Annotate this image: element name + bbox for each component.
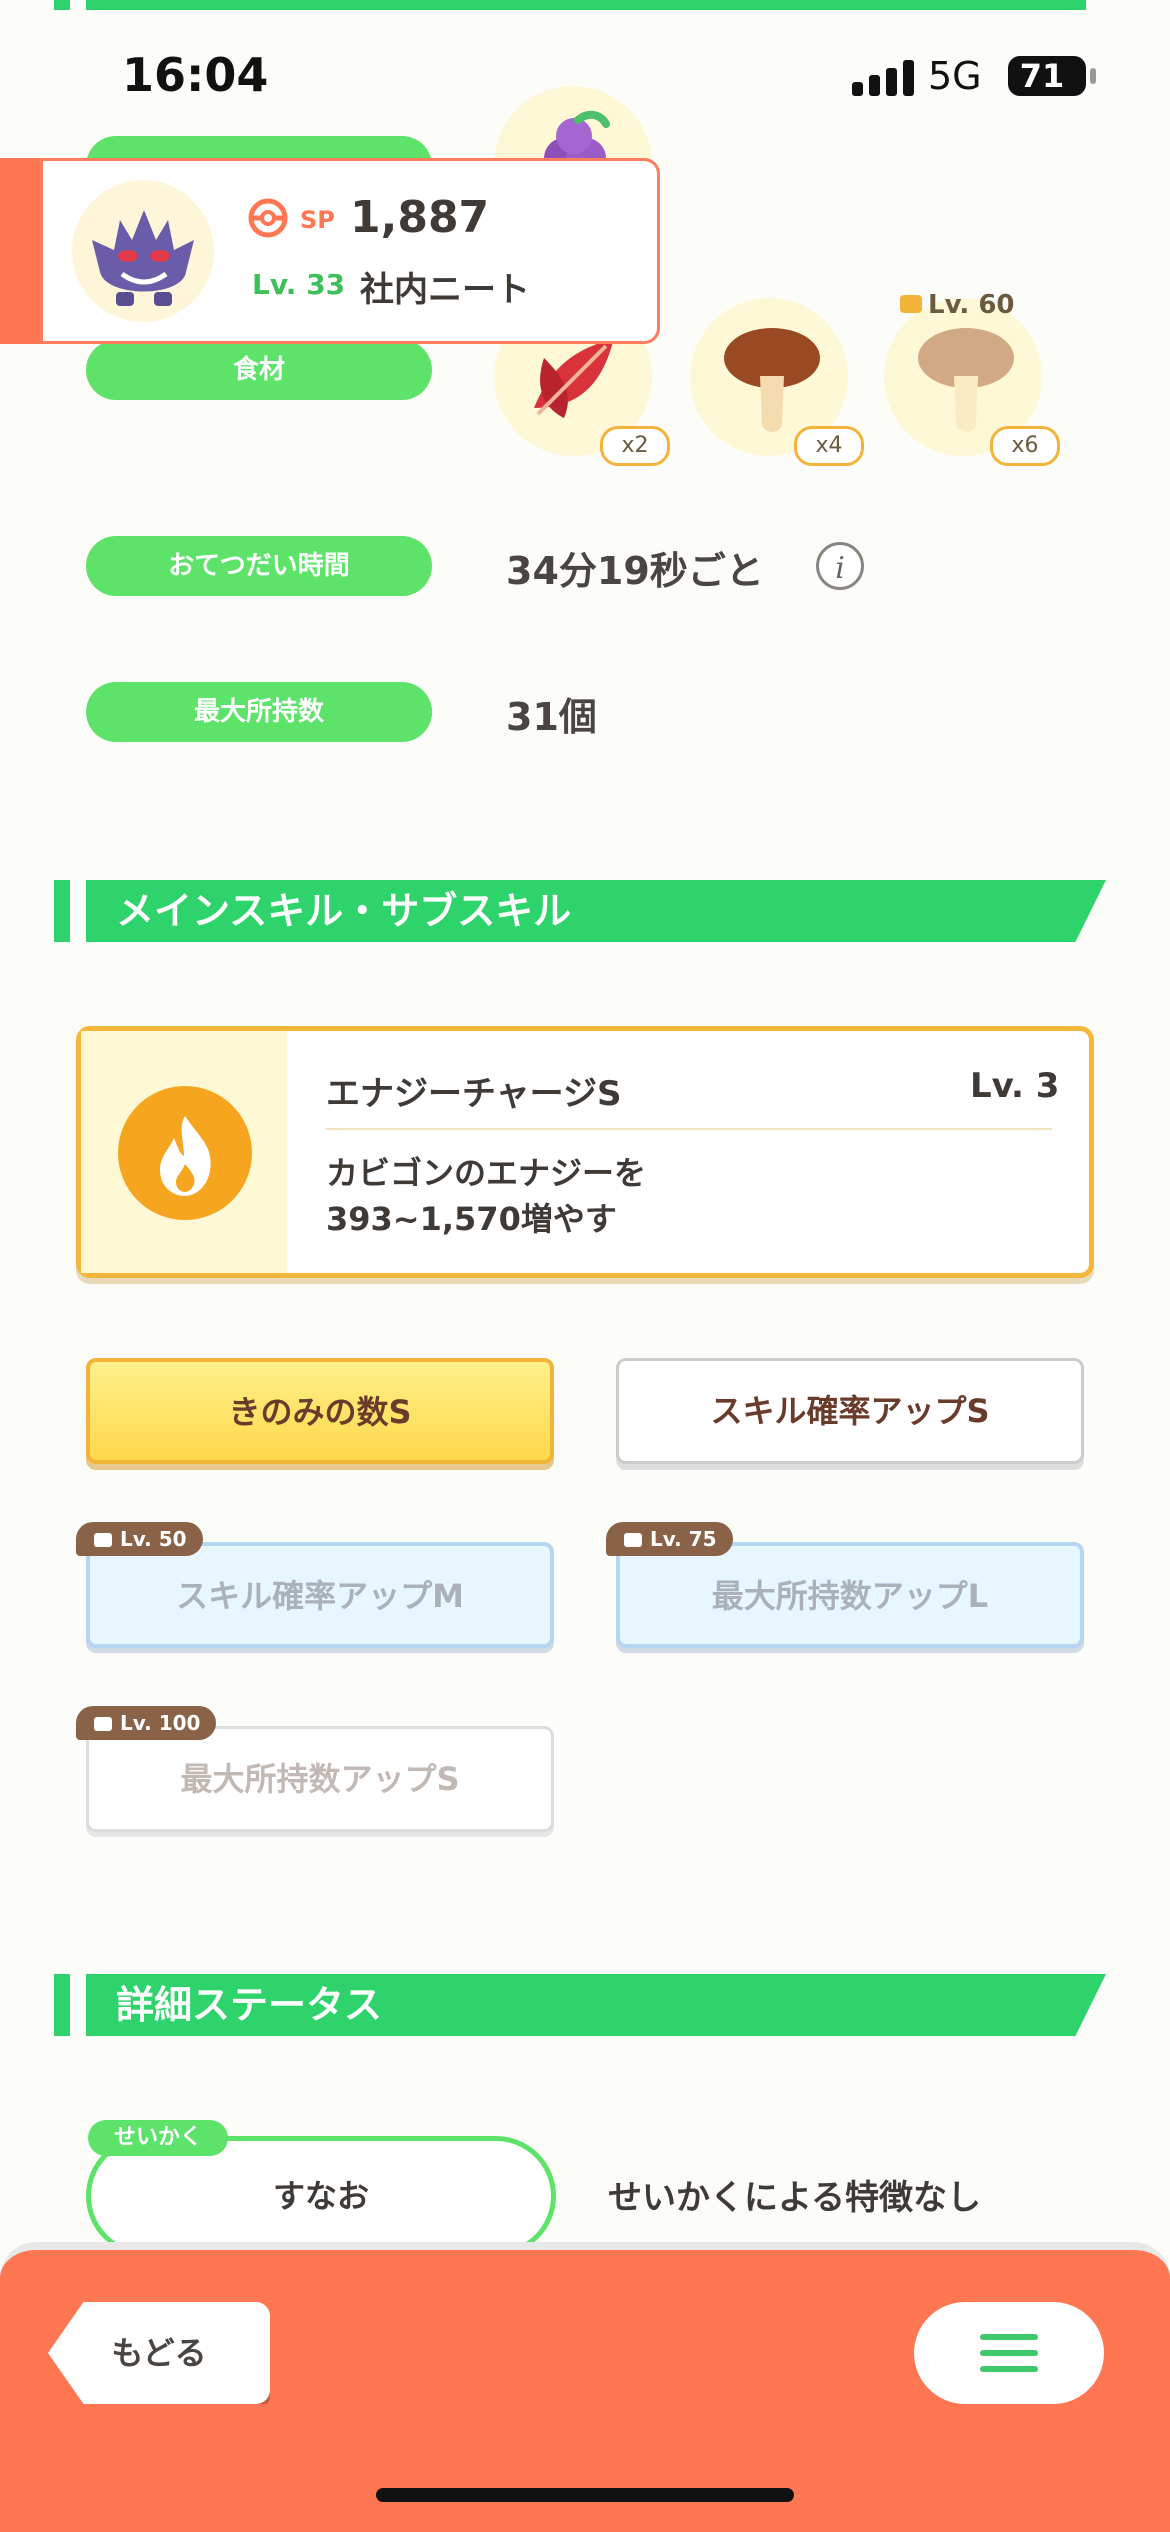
- lock-icon: [624, 1533, 642, 1547]
- help-time-label: おてつだい時間: [86, 536, 432, 596]
- battery-level: 71: [1019, 57, 1065, 95]
- divider: [326, 1128, 1052, 1130]
- hamburger-menu-icon: [980, 2334, 1038, 2340]
- ingredient-qty-1: x2: [600, 426, 670, 466]
- section-header-partial: [86, 0, 1086, 10]
- max-carry-label: 最大所持数: [86, 682, 432, 742]
- main-skill-icon-circle: [118, 1086, 252, 1220]
- pokemon-level: Lv. 33: [252, 268, 346, 301]
- back-button[interactable]: もどる: [48, 2302, 270, 2404]
- main-skill-description: カビゴンのエナジーを 393~1,570増やす: [326, 1154, 647, 1238]
- section-accent: [54, 1974, 70, 2036]
- section-accent: [54, 0, 70, 10]
- sp-value: 1,887: [350, 192, 490, 243]
- ingredients-label: 食材: [86, 340, 432, 400]
- lock-icon: [94, 1717, 112, 1731]
- sub-skill-2-button[interactable]: スキル確率アップS: [616, 1358, 1084, 1464]
- sub-skill-1-button[interactable]: きのみの数S: [86, 1358, 554, 1464]
- sub-skill-4-button-locked[interactable]: 最大所持数アップL: [616, 1542, 1084, 1648]
- max-carry-value: 31個: [506, 695, 597, 739]
- section-accent: [54, 880, 70, 942]
- lock-icon: [900, 295, 922, 313]
- ingredient-lock-level: Lv. 60: [900, 290, 1015, 320]
- hamburger-menu-icon: [980, 2350, 1038, 2356]
- status-time: 16:04: [122, 48, 269, 102]
- lock-level-tag: Lv. 75: [606, 1522, 733, 1556]
- sp-icon: [248, 198, 288, 238]
- signal-icon: [852, 60, 916, 96]
- help-time-value: 34分19秒ごと: [506, 549, 764, 593]
- lock-icon: [94, 1533, 112, 1547]
- hamburger-menu-icon: [980, 2366, 1038, 2372]
- nature-tag: せいかく: [88, 2120, 229, 2156]
- gengar-icon: [92, 210, 194, 306]
- sub-skill-5-button-locked[interactable]: 最大所持数アップS: [86, 1726, 554, 1832]
- ingredient-qty-2: x4: [794, 426, 864, 466]
- main-skill-level: Lv. 3: [970, 1066, 1060, 1106]
- main-skill-name: エナジーチャージS: [326, 1074, 622, 1114]
- lock-level-tag: Lv. 100: [76, 1706, 217, 1740]
- popup-accent: [0, 158, 40, 344]
- sub-skill-3-button-locked[interactable]: スキル確率アップM: [86, 1542, 554, 1648]
- ingredient-qty-3: x6: [990, 426, 1060, 466]
- lock-level-tag: Lv. 50: [76, 1522, 203, 1556]
- nature-description: せいかくによる特徴なし: [608, 2178, 981, 2218]
- info-icon[interactable]: i: [816, 542, 864, 590]
- battery-nub: [1090, 68, 1096, 84]
- home-indicator[interactable]: [376, 2488, 794, 2502]
- pokemon-avatar: [72, 180, 214, 322]
- pokemon-nickname: 社内ニート: [360, 270, 530, 310]
- network-type: 5G: [928, 54, 982, 98]
- flame-icon: [160, 1116, 211, 1196]
- sp-label: SP: [300, 206, 335, 234]
- details-section-title: 詳細ステータス: [86, 1974, 1106, 2036]
- skills-section-title: メインスキル・サブスキル: [86, 880, 1106, 942]
